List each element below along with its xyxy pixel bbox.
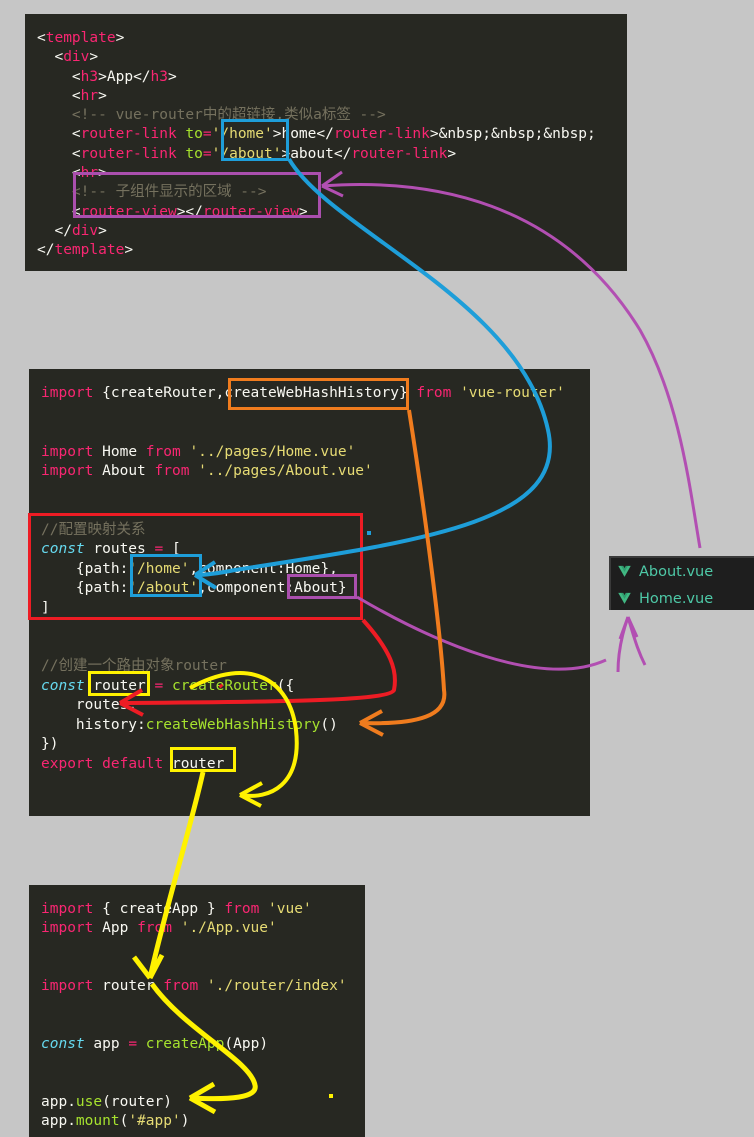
highlight-router-export bbox=[170, 747, 236, 772]
code-block-main-js: import { createApp } from 'vue' import A… bbox=[29, 885, 365, 1137]
file-list-panel: About.vue Home.vue bbox=[609, 556, 754, 610]
highlight-component-about bbox=[287, 574, 357, 599]
file-name: About.vue bbox=[639, 563, 714, 580]
file-name: Home.vue bbox=[639, 590, 714, 607]
code-content-main-js: import { createApp } from 'vue' import A… bbox=[41, 901, 347, 1130]
code-content-app-vue: <template> <div> <h3>App</h3> <hr> <!-- … bbox=[37, 30, 596, 259]
annotated-code-diagram: <template> <div> <h3>App</h3> <hr> <!-- … bbox=[0, 0, 754, 1137]
list-item[interactable]: Home.vue bbox=[611, 585, 754, 612]
highlight-to-paths-template bbox=[221, 119, 289, 161]
vue-file-icon bbox=[618, 592, 631, 604]
highlight-router-view-area bbox=[73, 172, 321, 218]
vue-file-icon bbox=[618, 565, 631, 577]
code-block-app-vue: <template> <div> <h3>App</h3> <hr> <!-- … bbox=[25, 14, 627, 271]
highlight-createwebhashhistory-import bbox=[228, 378, 409, 410]
highlight-router-const bbox=[88, 671, 150, 696]
list-item[interactable]: About.vue bbox=[611, 558, 754, 585]
highlight-route-paths bbox=[130, 554, 202, 597]
